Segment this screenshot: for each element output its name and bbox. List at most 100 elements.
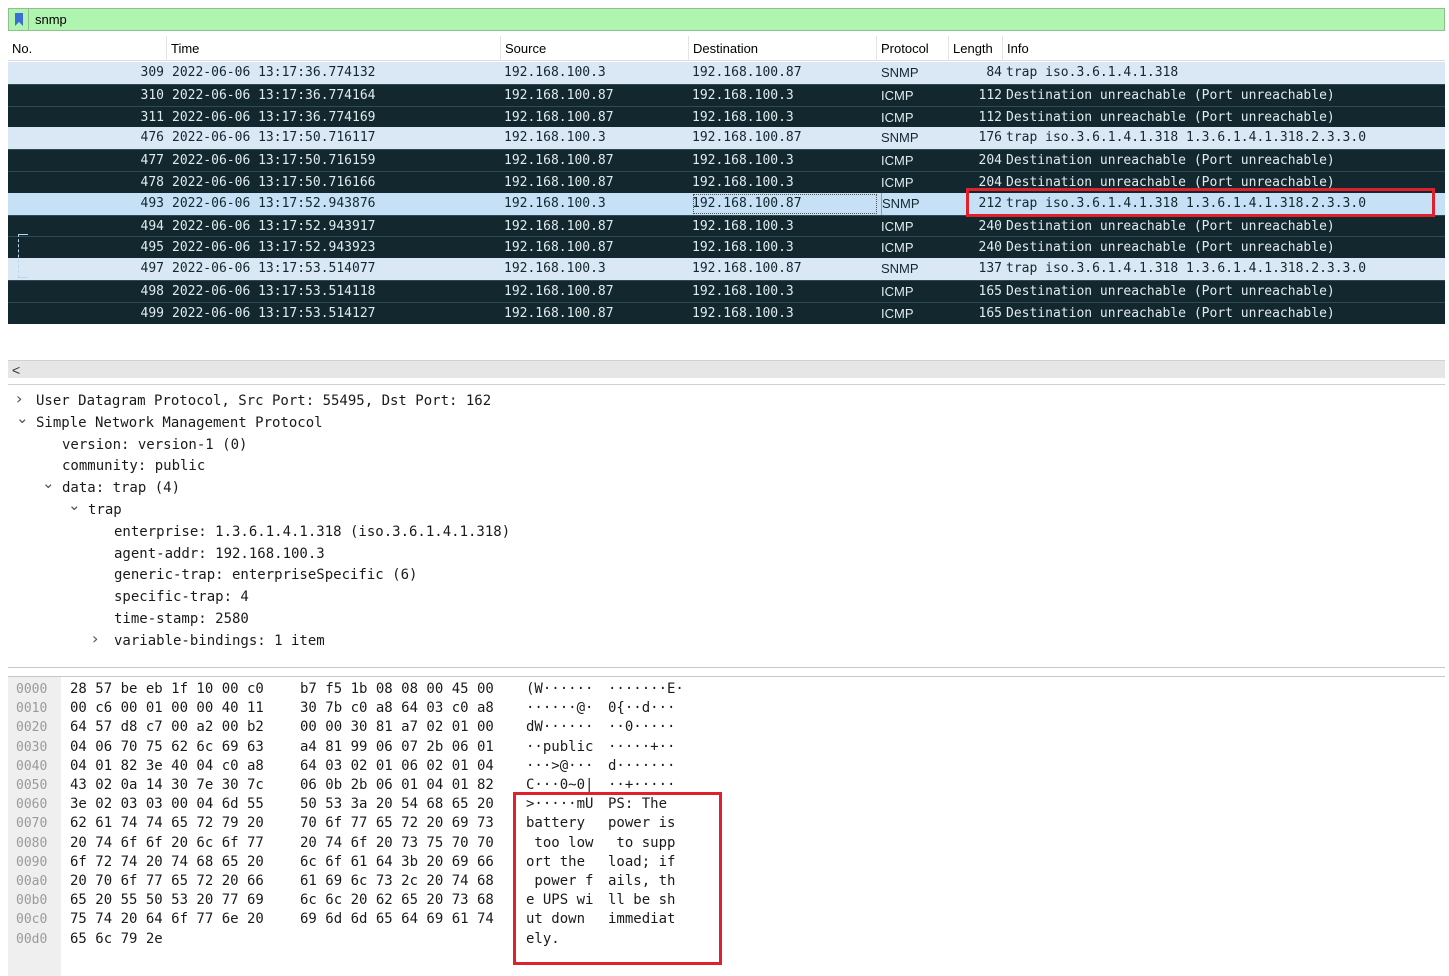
ascii-bytes: immediat xyxy=(608,911,676,928)
hex-bytes: 00 00 30 81 a7 02 01 00 xyxy=(300,719,494,736)
packet-row[interactable]: 493 2022-06-06 13:17:52.943876 192.168.100… xyxy=(8,192,1445,215)
packet-time: 2022-06-06 13:17:52.943876 xyxy=(172,195,376,211)
packet-time: 2022-06-06 13:17:52.943923 xyxy=(172,240,376,256)
hex-bytes: 50 53 3a 20 54 68 65 20 xyxy=(300,796,494,813)
packet-protocol: ICMP xyxy=(881,153,914,169)
hex-bytes: 20 74 6f 6f 20 6c 6f 77 xyxy=(70,834,264,851)
packet-destination: 192.168.100.3 xyxy=(692,109,794,125)
byte-offset: 0040 xyxy=(16,758,48,774)
packet-list[interactable]: No. Time Source Destination Protocol Len… xyxy=(8,36,1445,356)
packet-row[interactable]: 478 2022-06-06 13:17:50.716166 192.168.100… xyxy=(8,170,1445,193)
detail-tree-item[interactable]: community: public xyxy=(62,455,205,477)
detail-tree-item[interactable]: generic-trap: enterpriseSpecific (6) xyxy=(114,564,417,586)
packet-protocol: SNMP xyxy=(881,130,919,146)
collapse-arrow-icon[interactable]: › xyxy=(16,389,22,408)
packet-info: Destination unreachable (Port unreachabl… xyxy=(1006,305,1335,321)
scroll-left-icon[interactable]: < xyxy=(12,361,20,379)
ascii-bytes: dW······ xyxy=(526,719,594,736)
detail-tree-item[interactable]: trap xyxy=(88,499,122,521)
packet-protocol: SNMP xyxy=(881,192,951,215)
packet-time: 2022-06-06 13:17:36.774132 xyxy=(172,65,376,80)
hex-bytes: 6c 6f 61 64 3b 20 69 66 xyxy=(300,853,494,870)
packet-destination: 192.168.100.3 xyxy=(692,305,794,321)
packet-details-pane[interactable]: › User Datagram Protocol, Src Port: 55495… xyxy=(8,384,1445,668)
packet-list-hscrollbar[interactable]: < xyxy=(8,360,1445,378)
packet-number: 311 xyxy=(140,109,164,125)
packet-info: trap iso.3.6.1.4.1.318 1.3.6.1.4.1.318.2… xyxy=(1006,195,1367,211)
packet-bytes-pane[interactable]: 0000 28 57 be eb 1f 10 00 c0 b7 f5 1b 08 0… xyxy=(8,676,1445,976)
packet-row[interactable]: 311 2022-06-06 13:17:36.774169 192.168.100… xyxy=(8,105,1445,128)
detail-tree-item[interactable]: enterprise: 1.3.6.1.4.1.318 (iso.3.6.1.4… xyxy=(114,521,510,543)
ascii-bytes: >·····mU xyxy=(526,796,594,813)
ascii-bytes: ails, th xyxy=(608,873,676,889)
packet-row[interactable]: 497 2022-06-06 13:17:53.514077 192.168.100… xyxy=(8,258,1445,280)
filter-input[interactable]: snmp xyxy=(29,12,67,27)
packet-source: 192.168.100.3 xyxy=(504,195,606,211)
detail-tree-item[interactable]: time-stamp: 2580 xyxy=(114,608,249,630)
packet-info: Destination unreachable (Port unreachabl… xyxy=(1006,174,1335,190)
expand-arrow-icon[interactable]: ⌄ xyxy=(42,474,55,492)
packet-row[interactable]: 498 2022-06-06 13:17:53.514118 192.168.100… xyxy=(8,279,1445,302)
bookmark-icon[interactable] xyxy=(9,9,29,30)
ascii-bytes: ll be sh xyxy=(608,892,676,909)
hex-bytes: 65 6c 79 2e xyxy=(70,930,163,947)
byte-offset: 00a0 xyxy=(16,874,48,889)
packet-row[interactable]: 477 2022-06-06 13:17:50.716159 192.168.100… xyxy=(8,149,1445,171)
column-source[interactable]: Source xyxy=(500,36,686,61)
packet-time: 2022-06-06 13:17:50.716117 xyxy=(172,130,376,146)
hex-bytes: 04 06 70 75 62 6c 69 63 xyxy=(70,738,264,755)
hex-bytes: 20 74 6f 20 73 75 70 70 xyxy=(300,834,494,851)
detail-tree-item[interactable]: Simple Network Management Protocol xyxy=(36,412,323,434)
packet-source: 192.168.100.3 xyxy=(504,261,606,277)
packet-row[interactable]: 494 2022-06-06 13:17:52.943917 192.168.100… xyxy=(8,214,1445,237)
packet-length: 212 xyxy=(978,195,1002,211)
byte-offset: 0030 xyxy=(16,739,48,755)
packet-row[interactable]: 310 2022-06-06 13:17:36.774164 192.168.100… xyxy=(8,83,1445,106)
packet-time: 2022-06-06 13:17:50.716159 xyxy=(172,153,376,169)
hex-bytes: 61 69 6c 73 2c 20 74 68 xyxy=(300,873,494,889)
packet-length: 112 xyxy=(978,109,1002,125)
packet-number: 495 xyxy=(140,240,164,256)
column-info[interactable]: Info xyxy=(1002,36,1445,61)
packet-number: 310 xyxy=(140,87,164,103)
packet-row[interactable]: 309 2022-06-06 13:17:36.774132 192.168.100… xyxy=(8,62,1445,84)
packet-destination: 192.168.100.87 xyxy=(692,130,802,146)
ascii-bytes: (W······ xyxy=(526,681,594,697)
column-no[interactable]: No. xyxy=(8,36,164,61)
packet-row[interactable]: 495 2022-06-06 13:17:52.943923 192.168.100… xyxy=(8,236,1445,259)
ascii-bytes: too low xyxy=(526,834,594,851)
hex-bytes: 62 61 74 74 65 72 79 20 xyxy=(70,815,264,832)
packet-source: 192.168.100.3 xyxy=(504,65,606,80)
column-time[interactable]: Time xyxy=(166,36,500,61)
packet-time: 2022-06-06 13:17:50.716166 xyxy=(172,174,376,190)
detail-tree-item[interactable]: specific-trap: 4 xyxy=(114,586,249,608)
column-protocol[interactable]: Protocol xyxy=(876,36,948,61)
byte-offset: 0090 xyxy=(16,854,48,870)
packet-length: 112 xyxy=(978,87,1002,103)
packet-source: 192.168.100.87 xyxy=(504,153,614,169)
expand-arrow-icon[interactable]: ⌄ xyxy=(16,409,29,427)
column-length[interactable]: Length xyxy=(948,36,1004,61)
packet-destination: 192.168.100.3 xyxy=(692,240,794,256)
detail-tree-item[interactable]: version: version-1 (0) xyxy=(62,434,247,456)
hex-bytes: 75 74 20 64 6f 77 6e 20 xyxy=(70,911,264,928)
display-filter-bar[interactable]: snmp xyxy=(8,8,1445,31)
hex-bytes: 69 6d 6d 65 64 69 61 74 xyxy=(300,911,494,928)
column-destination[interactable]: Destination xyxy=(688,36,876,61)
detail-tree-item[interactable]: agent-addr: 192.168.100.3 xyxy=(114,543,325,565)
packet-time: 2022-06-06 13:17:36.774164 xyxy=(172,87,376,103)
packet-destination: 192.168.100.87 xyxy=(692,65,802,80)
packet-row[interactable]: 476 2022-06-06 13:17:50.716117 192.168.100… xyxy=(8,127,1445,150)
byte-offset: 0050 xyxy=(16,778,48,793)
detail-tree-item[interactable]: variable-bindings: 1 item xyxy=(114,630,325,652)
packet-row[interactable]: 499 2022-06-06 13:17:53.514127 192.168.100… xyxy=(8,301,1445,324)
collapse-arrow-icon[interactable]: › xyxy=(92,629,98,648)
ascii-bytes: d······· xyxy=(608,757,676,774)
packet-time: 2022-06-06 13:17:36.774169 xyxy=(172,109,376,125)
packet-source: 192.168.100.87 xyxy=(504,218,614,234)
detail-tree-item[interactable]: User Datagram Protocol, Src Port: 55495,… xyxy=(36,390,491,412)
packet-number: 476 xyxy=(140,130,164,146)
hex-bytes: 04 01 82 3e 40 04 c0 a8 xyxy=(70,757,264,774)
hex-bytes: 30 7b c0 a8 64 03 c0 a8 xyxy=(300,700,494,717)
expand-arrow-icon[interactable]: ⌄ xyxy=(68,496,81,514)
